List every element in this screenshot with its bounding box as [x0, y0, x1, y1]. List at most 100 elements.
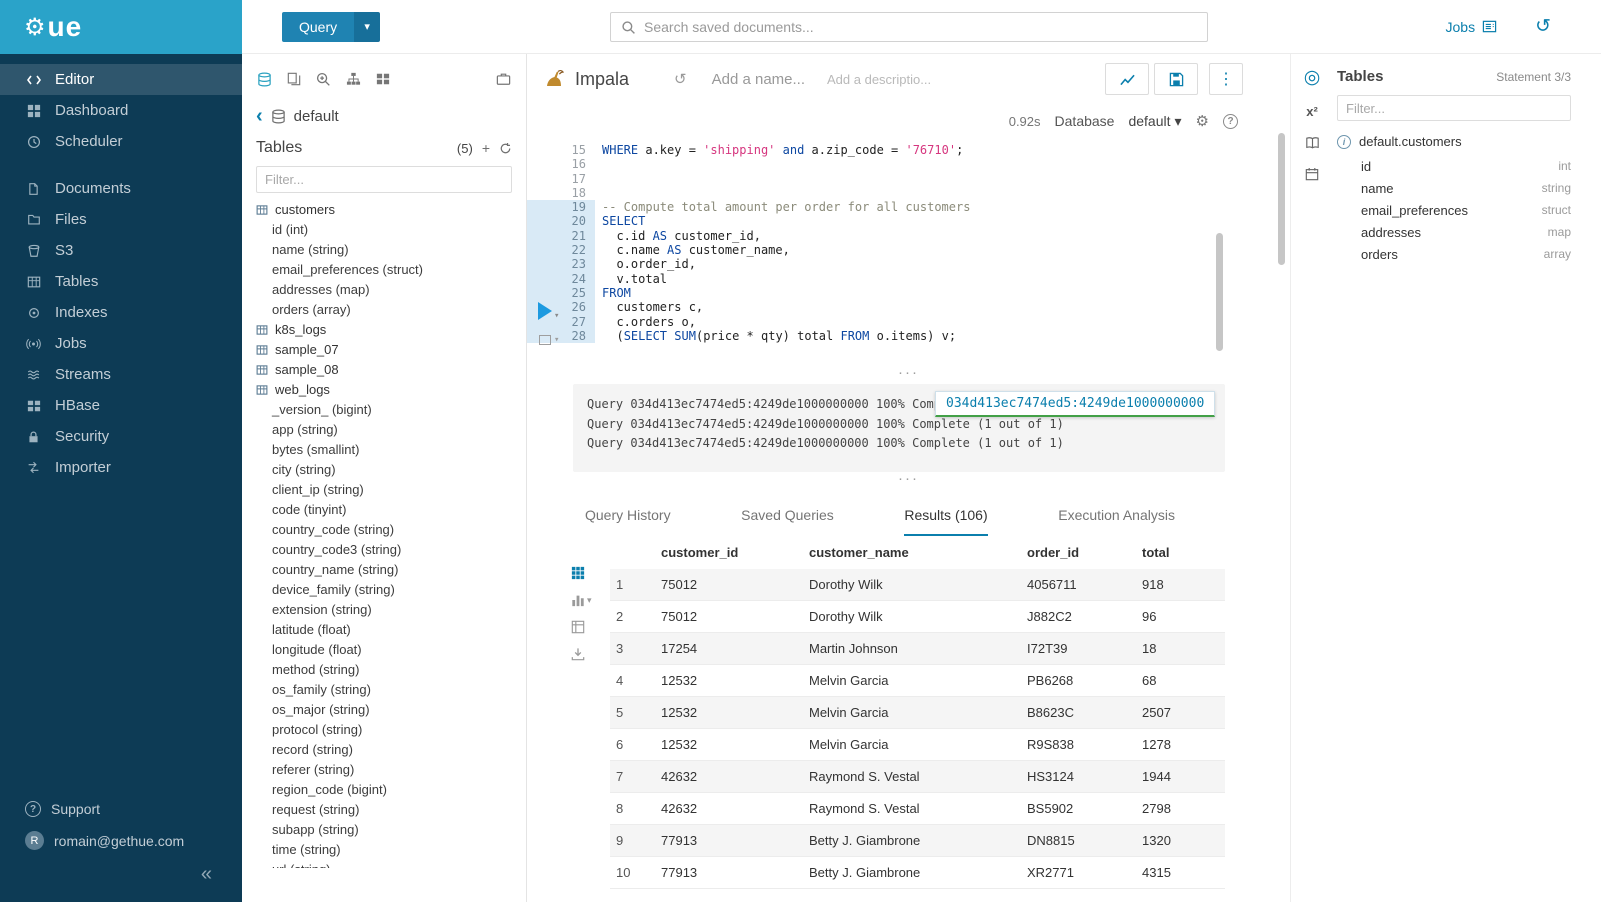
- column-item[interactable]: client_ip (string): [242, 480, 526, 500]
- column-item[interactable]: bytes (smallint): [242, 440, 526, 460]
- table-item-sample_07[interactable]: sample_07: [242, 340, 526, 360]
- column-item[interactable]: subapp (string): [242, 820, 526, 840]
- assist-column-item[interactable]: idint: [1337, 155, 1571, 177]
- functions-icon[interactable]: x²: [1306, 104, 1318, 119]
- language-reference-icon[interactable]: [1305, 136, 1320, 150]
- column-item[interactable]: os_family (string): [242, 680, 526, 700]
- sidebar-item-importer[interactable]: Importer: [0, 452, 242, 483]
- sidebar-item-files[interactable]: Files: [0, 204, 242, 235]
- sidebar-item-indexes[interactable]: Indexes: [0, 297, 242, 328]
- sidebar-item-dashboard[interactable]: Dashboard: [0, 95, 242, 126]
- query-name-field[interactable]: Add a name...: [712, 71, 805, 88]
- help-icon[interactable]: ?: [1223, 114, 1238, 129]
- sidebar-item-streams[interactable]: Streams: [0, 359, 242, 390]
- assist-column-item[interactable]: addressesmap: [1337, 221, 1571, 243]
- grid-view-button[interactable]: [571, 566, 592, 580]
- column-item[interactable]: country_name (string): [242, 560, 526, 580]
- chart-button[interactable]: [1105, 63, 1149, 95]
- sidebar-item-documents[interactable]: Documents: [0, 173, 242, 204]
- column-item[interactable]: country_code (string): [242, 520, 526, 540]
- column-item[interactable]: device_family (string): [242, 580, 526, 600]
- column-item[interactable]: addresses (map): [242, 280, 526, 300]
- tab-results-106-[interactable]: Results (106): [904, 507, 987, 536]
- sidebar-item-editor[interactable]: Editor: [0, 64, 242, 95]
- table-item-web_logs[interactable]: web_logs: [242, 380, 526, 400]
- editor-scrollbar[interactable]: [1216, 233, 1223, 351]
- column-item[interactable]: longitude (float): [242, 640, 526, 660]
- assist-filter[interactable]: [1337, 95, 1571, 121]
- column-item[interactable]: country_code3 (string): [242, 540, 526, 560]
- save-button[interactable]: [1154, 63, 1198, 95]
- code-editor[interactable]: 15WHERE a.key = 'shipping' and a.zip_cod…: [527, 138, 1290, 366]
- assist-column-item[interactable]: namestring: [1337, 177, 1571, 199]
- column-item[interactable]: code (tinyint): [242, 500, 526, 520]
- column-item[interactable]: method (string): [242, 660, 526, 680]
- results-column-header[interactable]: [610, 536, 655, 569]
- refresh-icon[interactable]: [499, 142, 512, 155]
- tab-execution-analysis[interactable]: Execution Analysis: [1058, 507, 1175, 536]
- sidebar-item-security[interactable]: Security: [0, 421, 242, 452]
- column-item[interactable]: protocol (string): [242, 720, 526, 740]
- column-item[interactable]: request (string): [242, 800, 526, 820]
- column-item[interactable]: region_code (bigint): [242, 780, 526, 800]
- sidebar-item-jobs[interactable]: Jobs: [0, 328, 242, 359]
- column-item[interactable]: record (string): [242, 740, 526, 760]
- column-item[interactable]: id (int): [242, 220, 526, 240]
- table-item-sample_08[interactable]: sample_08: [242, 360, 526, 380]
- query-history-icon[interactable]: ↺: [1535, 17, 1551, 36]
- collapse-sidebar-button[interactable]: «: [0, 857, 242, 894]
- user-menu[interactable]: R romain@gethue.com: [0, 824, 242, 857]
- search-input[interactable]: [644, 19, 1197, 35]
- tab-query-history[interactable]: Query History: [585, 507, 671, 536]
- query-dropdown-caret[interactable]: ▾: [354, 12, 380, 42]
- editor-options-button[interactable]: ▾: [539, 335, 559, 345]
- global-search[interactable]: [610, 12, 1208, 42]
- documents-icon[interactable]: [287, 72, 301, 86]
- editor-assistant-icon[interactable]: ◎: [1304, 68, 1321, 87]
- more-actions-button[interactable]: ⋮: [1209, 63, 1243, 95]
- assist-column-item[interactable]: email_preferencesstruct: [1337, 199, 1571, 221]
- run-options-caret[interactable]: ▾: [554, 311, 559, 321]
- results-column-header[interactable]: order_id: [1021, 536, 1136, 569]
- column-item[interactable]: referer (string): [242, 760, 526, 780]
- support-link[interactable]: ? Support: [0, 794, 242, 824]
- snippet-history-icon[interactable]: ↺: [674, 70, 687, 88]
- column-item[interactable]: url (string): [242, 860, 526, 868]
- query-button-label[interactable]: Query: [282, 12, 354, 42]
- results-column-header[interactable]: customer_name: [803, 536, 1021, 569]
- resize-handle[interactable]: ···: [527, 472, 1290, 486]
- column-item[interactable]: time (string): [242, 840, 526, 860]
- column-item[interactable]: name (string): [242, 240, 526, 260]
- query-description-field[interactable]: Add a descriptio...: [827, 72, 931, 87]
- zoom-icon[interactable]: [316, 72, 331, 87]
- briefcase-icon[interactable]: [496, 72, 511, 86]
- column-item[interactable]: extension (string): [242, 600, 526, 620]
- info-icon[interactable]: i: [1337, 135, 1351, 149]
- resize-handle[interactable]: ···: [527, 366, 1290, 380]
- main-scrollbar[interactable]: [1278, 133, 1285, 265]
- column-item[interactable]: app (string): [242, 420, 526, 440]
- assist-filter-input[interactable]: [1346, 101, 1562, 116]
- back-chevron-icon[interactable]: ‹: [256, 106, 263, 126]
- column-item[interactable]: os_major (string): [242, 700, 526, 720]
- download-button[interactable]: [571, 647, 592, 661]
- new-query-button[interactable]: Query ▾: [282, 12, 380, 42]
- settings-gear-icon[interactable]: ⚙: [1196, 112, 1209, 130]
- column-item[interactable]: email_preferences (struct): [242, 260, 526, 280]
- database-select[interactable]: default ▾: [1128, 113, 1181, 130]
- sidebar-item-s3[interactable]: S3: [0, 235, 242, 266]
- hue-logo[interactable]: ⚙ ue: [0, 0, 242, 54]
- sidebar-item-scheduler[interactable]: Scheduler: [0, 126, 242, 157]
- jobs-link[interactable]: Jobs: [1446, 19, 1498, 35]
- columns-view-button[interactable]: [571, 620, 592, 634]
- schedule-icon[interactable]: [1305, 167, 1319, 181]
- database-name[interactable]: default: [294, 108, 339, 125]
- tab-saved-queries[interactable]: Saved Queries: [741, 507, 834, 536]
- column-item[interactable]: orders (array): [242, 300, 526, 320]
- apps-icon[interactable]: [376, 72, 390, 86]
- tables-filter-input[interactable]: [265, 172, 503, 187]
- results-column-header[interactable]: customer_id: [655, 536, 803, 569]
- column-item[interactable]: city (string): [242, 460, 526, 480]
- table-item-customers[interactable]: customers: [242, 200, 526, 220]
- assist-table-item[interactable]: i default.customers: [1337, 134, 1571, 149]
